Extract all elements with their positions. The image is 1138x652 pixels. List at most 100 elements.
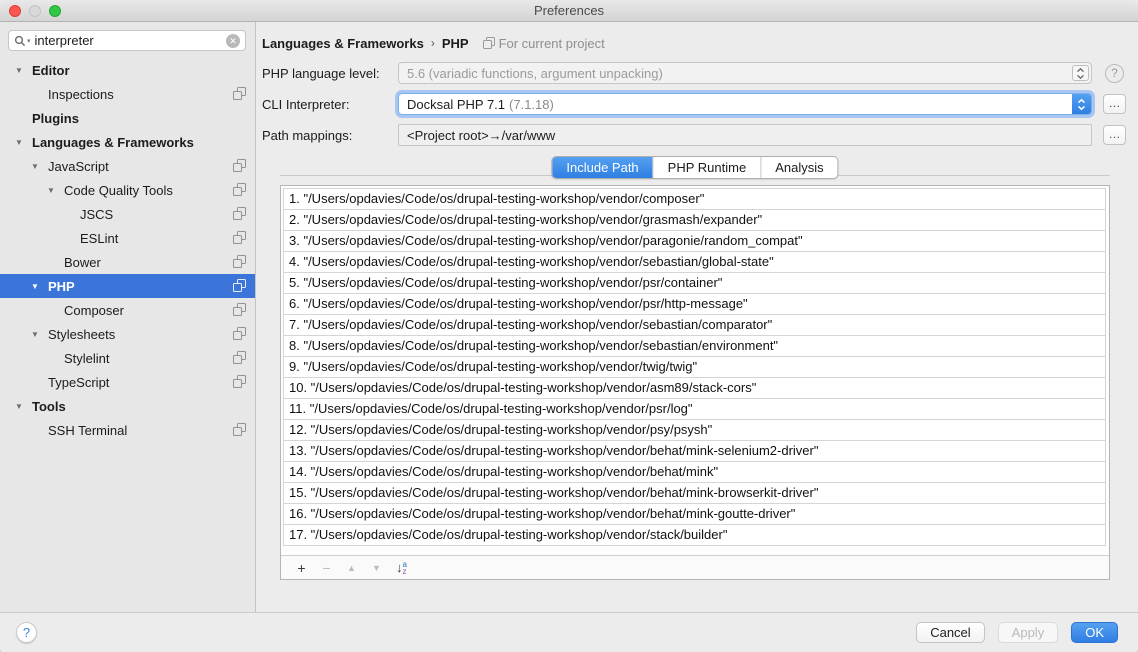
move-down-icon: ▼ — [364, 563, 389, 573]
include-path-row[interactable]: 6. "/Users/opdavies/Code/os/drupal-testi… — [283, 293, 1106, 315]
sidebar-item-typescript[interactable]: TypeScript — [0, 370, 255, 394]
include-path-row[interactable]: 2. "/Users/opdavies/Code/os/drupal-testi… — [283, 209, 1106, 231]
apply-button: Apply — [998, 622, 1059, 643]
include-path-row[interactable]: 3. "/Users/opdavies/Code/os/drupal-testi… — [283, 230, 1106, 252]
sidebar-item-label: ESLint — [80, 231, 255, 246]
scope-note: For current project — [483, 36, 605, 51]
ok-button[interactable]: OK — [1071, 622, 1118, 643]
include-path-row[interactable]: 10. "/Users/opdavies/Code/os/drupal-test… — [283, 377, 1106, 399]
scope-note-label: For current project — [499, 36, 605, 51]
sidebar-item-code-quality-tools[interactable]: ▼Code Quality Tools — [0, 178, 255, 202]
sidebar-item-label: Stylelint — [64, 351, 255, 366]
sort-alphabetically-icon[interactable]: ↓az — [389, 560, 414, 575]
sidebar-item-editor[interactable]: ▼Editor — [0, 58, 255, 82]
chevron-down-icon[interactable]: ▼ — [44, 186, 64, 195]
breadcrumb-languages-frameworks[interactable]: Languages & Frameworks — [262, 36, 424, 51]
settings-main-panel: Languages & Frameworks › PHP For current… — [256, 22, 1138, 612]
tab-analysis[interactable]: Analysis — [760, 157, 837, 178]
sidebar-item-stylelint[interactable]: Stylelint — [0, 346, 255, 370]
add-icon[interactable]: + — [289, 560, 314, 576]
sidebar-item-eslint[interactable]: ESLint — [0, 226, 255, 250]
php-language-level-select: 5.6 (variadic functions, argument unpack… — [398, 62, 1092, 84]
include-path-row[interactable]: 9. "/Users/opdavies/Code/os/drupal-testi… — [283, 356, 1106, 378]
sidebar-item-label: Bower — [64, 255, 255, 270]
sidebar-item-javascript[interactable]: ▼JavaScript — [0, 154, 255, 178]
php-language-level-value: 5.6 (variadic functions, argument unpack… — [407, 66, 663, 81]
window-title: Preferences — [0, 0, 1138, 21]
sidebar-item-label: Editor — [32, 63, 255, 78]
include-path-row[interactable]: 11. "/Users/opdavies/Code/os/drupal-test… — [283, 398, 1106, 420]
settings-search-input[interactable] — [35, 33, 226, 48]
search-icon[interactable]: ▾ — [14, 35, 31, 47]
include-path-row[interactable]: 7. "/Users/opdavies/Code/os/drupal-testi… — [283, 314, 1106, 336]
include-path-row[interactable]: 12. "/Users/opdavies/Code/os/drupal-test… — [283, 419, 1106, 441]
settings-search-box[interactable]: ▾ ✕ — [8, 30, 246, 51]
include-path-row[interactable]: 4. "/Users/opdavies/Code/os/drupal-testi… — [283, 251, 1106, 273]
include-path-row[interactable]: 14. "/Users/opdavies/Code/os/drupal-test… — [283, 461, 1106, 483]
path-mappings-field[interactable]: <Project root>→/var/www — [398, 124, 1092, 146]
chevron-down-icon[interactable]: ▼ — [12, 138, 32, 147]
include-path-row[interactable]: 5. "/Users/opdavies/Code/os/drupal-testi… — [283, 272, 1106, 294]
include-path-row[interactable]: 13. "/Users/opdavies/Code/os/drupal-test… — [283, 440, 1106, 462]
clear-search-icon[interactable]: ✕ — [226, 34, 240, 48]
chevron-down-icon[interactable]: ▼ — [28, 162, 48, 171]
sidebar-item-plugins[interactable]: Plugins — [0, 106, 255, 130]
sidebar-item-composer[interactable]: Composer — [0, 298, 255, 322]
include-path-row[interactable]: 17. "/Users/opdavies/Code/os/drupal-test… — [283, 524, 1106, 546]
sidebar-item-ssh-terminal[interactable]: SSH Terminal — [0, 418, 255, 442]
sidebar-item-languages-frameworks[interactable]: ▼Languages & Frameworks — [0, 130, 255, 154]
breadcrumb-php: PHP — [442, 36, 469, 51]
sidebar-item-label: Composer — [64, 303, 255, 318]
cli-interpreter-label: CLI Interpreter: — [262, 97, 398, 112]
path-mappings-value: <Project root>→/var/www — [407, 128, 555, 143]
settings-sidebar: ▾ ✕ ▼EditorInspectionsPlugins▼Languages … — [0, 22, 256, 612]
remove-icon: − — [314, 560, 339, 576]
sidebar-item-label: TypeScript — [48, 375, 255, 390]
tab-include-path[interactable]: Include Path — [552, 157, 652, 178]
include-path-row[interactable]: 8. "/Users/opdavies/Code/os/drupal-testi… — [283, 335, 1106, 357]
preferences-window: Preferences ▾ ✕ ▼EditorInspectionsPlugin… — [0, 0, 1138, 652]
tab-php-runtime[interactable]: PHP Runtime — [653, 157, 761, 178]
breadcrumb-separator: › — [431, 36, 435, 50]
breadcrumb: Languages & Frameworks › PHP For current… — [262, 33, 1126, 53]
sidebar-item-inspections[interactable]: Inspections — [0, 82, 255, 106]
dropdown-stepper-icon[interactable] — [1072, 94, 1091, 114]
sidebar-item-php[interactable]: ▼PHP — [0, 274, 255, 298]
cli-interpreter-browse-button[interactable]: … — [1103, 94, 1126, 114]
cli-interpreter-version: (7.1.18) — [509, 97, 554, 112]
sidebar-item-bower[interactable]: Bower — [0, 250, 255, 274]
php-settings-tabs: Include PathPHP RuntimeAnalysis — [280, 156, 1110, 179]
sidebar-item-tools[interactable]: ▼Tools — [0, 394, 255, 418]
project-scope-icon — [483, 37, 495, 49]
chevron-down-icon[interactable]: ▼ — [28, 330, 48, 339]
chevron-down-icon[interactable]: ▼ — [28, 282, 48, 291]
sidebar-item-label: Inspections — [48, 87, 255, 102]
sidebar-item-label: JavaScript — [48, 159, 255, 174]
chevron-down-icon[interactable]: ▼ — [12, 66, 32, 75]
sidebar-item-jscs[interactable]: JSCS — [0, 202, 255, 226]
cli-interpreter-select[interactable]: Docksal PHP 7.1 (7.1.18) — [398, 93, 1092, 115]
move-up-icon: ▲ — [339, 563, 364, 573]
include-path-row[interactable]: 1. "/Users/opdavies/Code/os/drupal-testi… — [283, 188, 1106, 210]
sidebar-item-label: Stylesheets — [48, 327, 255, 342]
zoom-button[interactable] — [49, 5, 61, 17]
dialog-footer: ? Cancel Apply OK — [0, 612, 1138, 652]
chevron-down-icon[interactable]: ▼ — [12, 402, 32, 411]
search-filter-caret-icon: ▾ — [27, 37, 31, 45]
include-path-row[interactable]: 15. "/Users/opdavies/Code/os/drupal-test… — [283, 482, 1106, 504]
include-path-list[interactable]: 1. "/Users/opdavies/Code/os/drupal-testi… — [281, 186, 1109, 555]
cancel-button[interactable]: Cancel — [916, 622, 984, 643]
dropdown-stepper-icon — [1072, 65, 1089, 81]
sidebar-item-label: SSH Terminal — [48, 423, 255, 438]
tab-segmented-control: Include PathPHP RuntimeAnalysis — [551, 156, 838, 179]
help-button[interactable]: ? — [16, 622, 37, 643]
include-path-toolbar: +−▲▼↓az — [281, 555, 1109, 579]
sidebar-item-stylesheets[interactable]: ▼Stylesheets — [0, 322, 255, 346]
sidebar-item-label: Code Quality Tools — [64, 183, 255, 198]
close-button[interactable] — [9, 5, 21, 17]
path-mappings-browse-button[interactable]: … — [1103, 125, 1126, 145]
include-path-row[interactable]: 16. "/Users/opdavies/Code/os/drupal-test… — [283, 503, 1106, 525]
sidebar-item-label: Languages & Frameworks — [32, 135, 255, 150]
language-level-help-icon[interactable]: ? — [1105, 64, 1124, 83]
php-language-level-label: PHP language level: — [262, 66, 398, 81]
